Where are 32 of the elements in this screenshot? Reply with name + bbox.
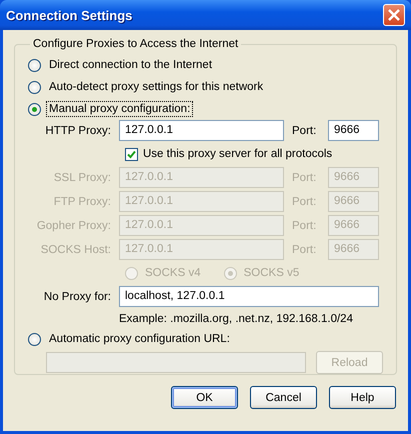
- input-field[interactable]: localhost, 127.0.0.1: [119, 286, 379, 307]
- field-label: SOCKS Host:: [40, 244, 111, 256]
- input-field[interactable]: 127.0.0.1: [119, 120, 284, 141]
- close-button[interactable]: [383, 4, 405, 26]
- field-label: Gopher Proxy:: [36, 220, 111, 232]
- port-label: Port:: [292, 244, 318, 256]
- group-title: Configure Proxies to Access the Internet: [32, 38, 240, 50]
- radio-label[interactable]: Auto-detect proxy settings for this network: [46, 79, 266, 95]
- radio-label[interactable]: Manual proxy configuration:: [46, 101, 194, 117]
- port-field[interactable]: 9666: [328, 120, 379, 141]
- checkbox-label[interactable]: Use this proxy server for all protocols: [143, 148, 332, 160]
- radio-button[interactable]: [28, 332, 41, 346]
- close-icon: [388, 9, 400, 21]
- port-label: Port:: [292, 172, 318, 184]
- dialog-button[interactable]: Help: [329, 386, 396, 409]
- hint-text: Example: .mozilla.org, .net.nz, 192.168.1.0/24: [119, 312, 354, 327]
- dialog-button[interactable]: Cancel: [250, 386, 317, 409]
- radio-button[interactable]: [28, 58, 41, 72]
- window-title: Connection Settings: [6, 8, 132, 22]
- dialog-button[interactable]: OK: [171, 386, 238, 409]
- radio-button[interactable]: [28, 102, 41, 116]
- port-label: Port:: [292, 196, 318, 208]
- port-label: Port:: [292, 124, 318, 136]
- radio-button[interactable]: [28, 80, 41, 94]
- port-label: Port:: [292, 220, 318, 232]
- checkbox[interactable]: [125, 148, 138, 160]
- field-label: HTTP Proxy:: [44, 124, 111, 136]
- field-label: No Proxy for:: [42, 290, 111, 302]
- field-label: FTP Proxy:: [52, 196, 111, 208]
- radio-label[interactable]: Direct connection to the Internet: [46, 57, 216, 73]
- field-label: SSL Proxy:: [52, 172, 111, 184]
- radio-label[interactable]: Automatic proxy configuration URL:: [46, 331, 233, 347]
